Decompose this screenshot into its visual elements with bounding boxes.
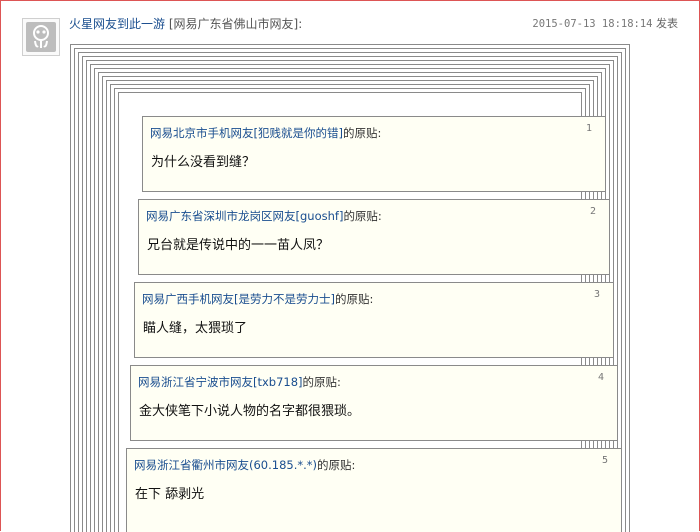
original-post-label: 的原贴: [343,209,382,223]
timestamp: 2015-07-13 18:18:14 [532,18,653,30]
author-nick[interactable]: [txb718] [253,375,303,389]
quoted-post: 网易浙江省衢州市网友(60.185.*.*)的原贴: 5 在下 舔剥光 [126,448,622,532]
quoted-post-author: 网易北京市手机网友[犯贱就是你的错]的原贴: [150,125,381,141]
original-post-label: 的原贴: [317,458,356,472]
quoted-post-text: 在下 舔剥光 [135,487,205,502]
author-nick[interactable]: [是劳力不是劳力士] [234,292,335,306]
quoted-post: 网易广西手机网友[是劳力不是劳力士]的原贴: 3 瞄人缝，太猥琐了 [134,282,614,358]
quoted-post-text: 瞄人缝，太猥琐了 [143,321,248,336]
comment-header: 火星网友到此一游 [网易广东省佛山市网友]: [69,15,302,32]
original-post-label: 的原贴: [302,375,341,389]
quoted-post: 网易广东省深圳市龙岗区网友[guoshf]的原贴: 2 兄台就是传说中的一一苗人… [138,199,610,275]
author-nick[interactable]: (60.185.*.*) [249,458,317,472]
author-nick[interactable]: [guoshf] [296,209,344,223]
author-link[interactable]: 网易浙江省衢州市网友 [134,458,249,472]
quoted-post: 网易浙江省宁波市网友[txb718]的原贴: 4 金大侠笔下小说人物的名字都很猥… [130,365,618,441]
quoted-post-author: 网易广东省深圳市龙岗区网友[guoshf]的原贴: [146,208,382,224]
floor-number: 3 [593,289,600,300]
quoted-post-author: 网易浙江省衢州市网友(60.185.*.*)的原贴: [134,457,355,473]
quoted-post-text: 兄台就是传说中的一一苗人凤？ [147,238,330,253]
quoted-post-author: 网易浙江省宁波市网友[txb718]的原贴: [138,374,341,390]
author-nick[interactable]: [犯贱就是你的错] [254,126,343,140]
post-action-label: 发表 [656,17,678,30]
author-link[interactable]: 网易浙江省宁波市网友 [138,375,253,389]
username-link[interactable]: 火星网友到此一游 [69,17,165,31]
avatar[interactable] [22,18,60,56]
floor-number: 5 [601,455,608,466]
author-link[interactable]: 网易广东省深圳市龙岗区网友 [146,209,296,223]
user-location: [网易广东省佛山市网友]: [168,17,303,31]
original-post-label: 的原贴: [334,292,374,306]
comment-meta: 2015-07-13 18:18:14 发表 [532,15,678,31]
quoted-post-text: 为什么没看到缝？ [151,155,256,170]
author-link[interactable]: 网易广西手机网友 [142,292,234,306]
quoted-post-text: 金大侠笔下小说人物的名字都很猥琐。 [139,404,361,419]
avatar-icon [26,22,56,52]
quoted-post: 网易北京市手机网友[犯贱就是你的错]的原贴: 1 为什么没看到缝？ [142,116,606,192]
quoted-post-author: 网易广西手机网友[是劳力不是劳力士]的原贴: [142,291,373,307]
floor-number: 2 [589,206,596,217]
floor-number: 4 [597,372,604,383]
floor-number: 1 [585,123,592,134]
author-link[interactable]: 网易北京市手机网友 [150,126,254,140]
original-post-label: 的原贴: [342,126,382,140]
